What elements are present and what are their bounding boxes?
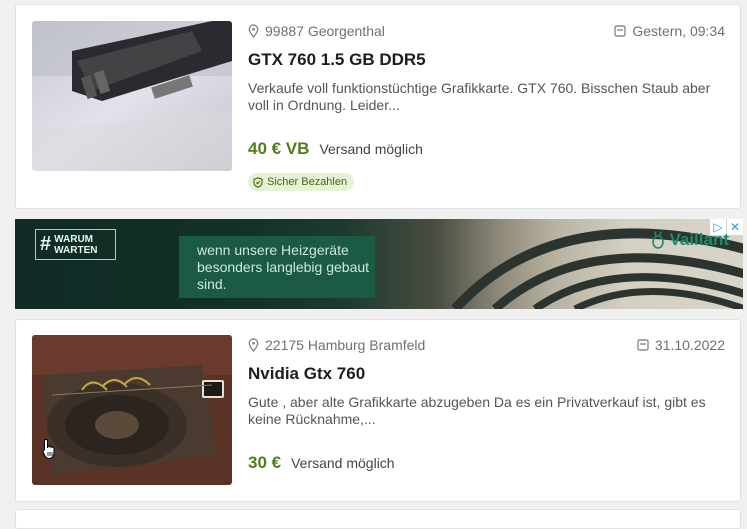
ad-choices-icon[interactable]: ▷ xyxy=(710,219,726,235)
listing-card-partial[interactable] xyxy=(15,509,741,529)
listing-description: Verkaufe voll funktionstüchtige Grafikka… xyxy=(248,80,711,113)
listing-description: Gute , aber alte Grafikkarte abzugeben D… xyxy=(248,394,706,427)
hare-logo-icon xyxy=(652,231,665,249)
secure-payment-badge: Sicher Bezahlen xyxy=(248,173,355,191)
listing-price: 30 € xyxy=(248,453,282,472)
location-text: 22175 Hamburg Bramfeld xyxy=(265,337,426,353)
ad-hashtag-box: # WARUM WARTEN xyxy=(35,229,116,260)
ad-banner[interactable]: # WARUM WARTEN wenn unsere Heizgeräte bes… xyxy=(15,219,743,309)
price-line: 40 € VB Versand möglich xyxy=(248,139,423,159)
location-text: 99887 Georgenthal xyxy=(265,23,385,39)
date-text: 31.10.2022 xyxy=(654,337,725,353)
price-line: 30 € Versand möglich xyxy=(248,453,395,473)
listing-price: 40 € VB xyxy=(248,139,310,158)
ad-controls: ▷ ✕ xyxy=(709,219,743,235)
shipping-info: Versand möglich xyxy=(319,141,423,157)
listing-date: Gestern, 09:34 xyxy=(614,23,725,39)
listing-card[interactable]: 99887 Georgenthal Gestern, 09:34 GTX 760… xyxy=(15,4,741,209)
shield-icon xyxy=(253,176,263,188)
location-pin-icon xyxy=(248,338,259,352)
badge-label: Sicher Bezahlen xyxy=(267,176,348,188)
ad-copy: wenn unsere Heizgeräte besonders langleb… xyxy=(179,236,375,298)
listing-card[interactable]: 22175 Hamburg Bramfeld 31.10.2022 Nvidia… xyxy=(15,319,741,502)
ad-close-icon[interactable]: ✕ xyxy=(727,219,743,235)
listing-date: 31.10.2022 xyxy=(637,337,725,353)
listing-title[interactable]: Nvidia Gtx 760 xyxy=(248,364,365,384)
date-text: Gestern, 09:34 xyxy=(632,23,725,39)
ad-hashtag-text: WARUM WARTEN xyxy=(54,233,98,256)
shipping-info: Versand möglich xyxy=(291,455,395,471)
location-pin-icon xyxy=(248,24,259,38)
calendar-icon xyxy=(637,339,649,351)
listing-title[interactable]: GTX 760 1.5 GB DDR5 xyxy=(248,50,426,70)
calendar-icon xyxy=(614,25,627,37)
listing-location: 99887 Georgenthal xyxy=(248,23,385,39)
listing-location: 22175 Hamburg Bramfeld xyxy=(248,337,425,353)
hashtag-icon: # xyxy=(40,233,52,255)
listing-image[interactable] xyxy=(32,21,232,171)
hand-cursor-icon xyxy=(42,438,55,459)
listing-image[interactable] xyxy=(32,335,232,485)
